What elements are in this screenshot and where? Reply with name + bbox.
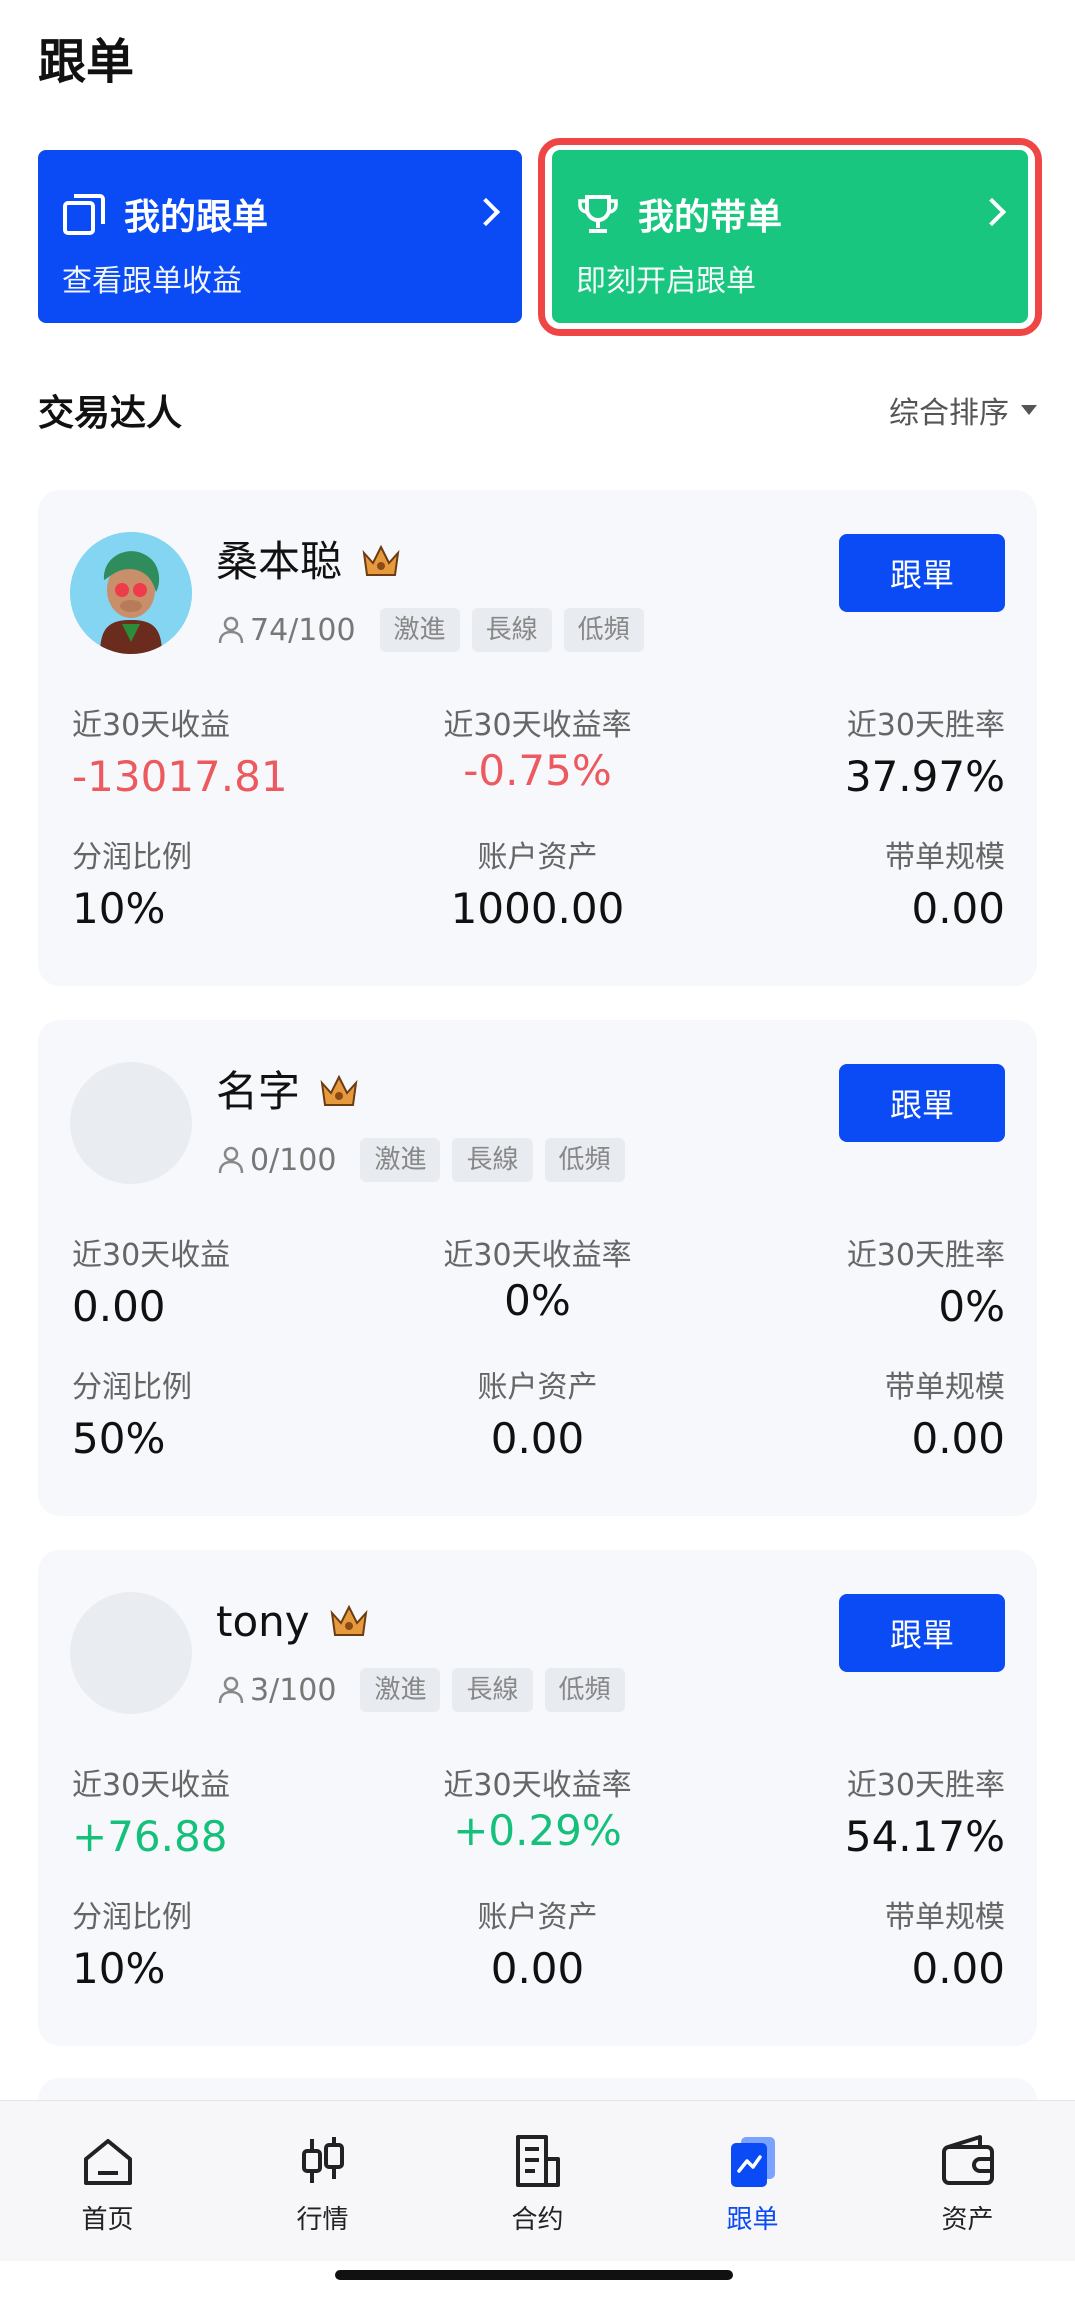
crown-icon [358, 539, 404, 585]
copy-trade-icon [730, 2137, 775, 2187]
tag: 長線 [452, 1138, 533, 1182]
document-icon [515, 2135, 560, 2187]
tab-label: 首页 [81, 2205, 134, 2235]
avatar [70, 1592, 192, 1714]
my-lead-subtitle: 即刻开启跟单 [576, 264, 756, 299]
account-assets-value: 0.00 [490, 1944, 585, 1993]
trader-name-row: tony [216, 1592, 372, 1652]
win-rate-30d-label: 近30天胜率 [846, 1238, 1005, 1273]
tab-assets[interactable]: 资产 [860, 2101, 1075, 2261]
bottom-tab-bar: 首页 行情 合约 跟单 资产 [0, 2100, 1075, 2261]
copy-icon [62, 192, 106, 236]
tag: 長線 [452, 1668, 533, 1712]
lead-scale-value: 0.00 [911, 1944, 1005, 1993]
lead-scale-label: 带单规模 [885, 1370, 1005, 1405]
my-lead-title: 我的带单 [638, 197, 783, 238]
tag: 低頻 [544, 1668, 625, 1712]
win-rate-30d-label: 近30天胜率 [846, 708, 1005, 743]
caret-down-icon [1021, 405, 1037, 415]
tab-contract[interactable]: 合约 [430, 2101, 645, 2261]
crown-icon [326, 1599, 372, 1645]
profit-rate-30d-value: 0% [504, 1276, 571, 1325]
section-header: 交易达人 综合排序 [38, 382, 1037, 438]
avatar [70, 1062, 192, 1184]
page-title: 跟单 [38, 34, 135, 90]
trader-name: tony [216, 1597, 310, 1646]
tag: 長線 [471, 608, 552, 652]
trader-card[interactable]: 桑本聪 74/100 激進 長線 低頻 跟單 近30天收益 近30天收益率 近3… [38, 490, 1037, 986]
win-rate-30d-value: 54.17% [844, 1812, 1005, 1861]
win-rate-30d-label: 近30天胜率 [846, 1768, 1005, 1803]
trader-name-row: 名字 [216, 1062, 362, 1122]
follower-count: 74/100 [250, 612, 356, 648]
tag: 激進 [379, 608, 460, 652]
section-title: 交易达人 [38, 393, 183, 434]
follow-button[interactable]: 跟單 [839, 1594, 1005, 1672]
tag: 激進 [360, 1138, 441, 1182]
trader-card[interactable]: 名字 0/100 激進 長線 低頻 跟單 近30天收益 近30天收益率 近30天… [38, 1020, 1037, 1516]
win-rate-30d-value: 0% [938, 1282, 1005, 1331]
lead-scale-value: 0.00 [911, 1414, 1005, 1463]
trader-name-row: 桑本聪 [216, 532, 404, 592]
home-icon [83, 2139, 132, 2185]
lead-scale-value: 0.00 [911, 884, 1005, 933]
trader-card[interactable]: tony 3/100 激進 長線 低頻 跟單 近30天收益 近30天收益率 近3… [38, 1550, 1037, 2046]
account-assets-value: 0.00 [490, 1414, 585, 1463]
lead-scale-label: 带单规模 [885, 1900, 1005, 1935]
my-lead-banner[interactable]: 我的带单 即刻开启跟单 [552, 150, 1028, 323]
follower-count: 0/100 [250, 1142, 337, 1178]
crown-icon [316, 1069, 362, 1115]
avatar [70, 532, 192, 654]
wallet-icon [941, 2135, 994, 2185]
trader-meta: 0/100 激進 長線 低頻 [218, 1138, 625, 1182]
tab-home[interactable]: 首页 [0, 2101, 215, 2261]
candlestick-icon [301, 2137, 344, 2183]
tab-label: 行情 [296, 2205, 349, 2235]
tag: 低頻 [544, 1138, 625, 1182]
person-icon [218, 616, 244, 644]
tab-label: 跟单 [726, 2205, 779, 2235]
sort-label: 综合排序 [889, 396, 1009, 431]
account-assets-value: 1000.00 [450, 884, 625, 933]
trader-meta: 74/100 激進 長線 低頻 [218, 608, 644, 652]
home-indicator [335, 2270, 733, 2280]
my-follow-subtitle: 查看跟单收益 [62, 264, 242, 299]
trader-name: 名字 [216, 1067, 301, 1116]
follower-count: 3/100 [250, 1672, 337, 1708]
person-icon [218, 1676, 244, 1704]
follow-button[interactable]: 跟單 [839, 534, 1005, 612]
trader-name: 桑本聪 [216, 537, 343, 586]
person-icon [218, 1146, 244, 1174]
lead-scale-label: 带单规模 [885, 840, 1005, 875]
tab-market[interactable]: 行情 [215, 2101, 430, 2261]
win-rate-30d-value: 37.97% [844, 752, 1005, 801]
tag: 低頻 [563, 608, 644, 652]
tag: 激進 [360, 1668, 441, 1712]
my-follow-banner[interactable]: 我的跟单 查看跟单收益 [38, 150, 522, 323]
trophy-icon [576, 192, 620, 236]
follow-button[interactable]: 跟單 [839, 1064, 1005, 1142]
tab-label: 合约 [511, 2205, 564, 2235]
my-follow-title: 我的跟单 [124, 197, 269, 238]
tab-label: 资产 [941, 2205, 994, 2235]
trader-meta: 3/100 激進 長線 低頻 [218, 1668, 625, 1712]
sort-dropdown[interactable]: 综合排序 [889, 388, 1037, 432]
tab-copy-trade[interactable]: 跟单 [645, 2101, 860, 2261]
